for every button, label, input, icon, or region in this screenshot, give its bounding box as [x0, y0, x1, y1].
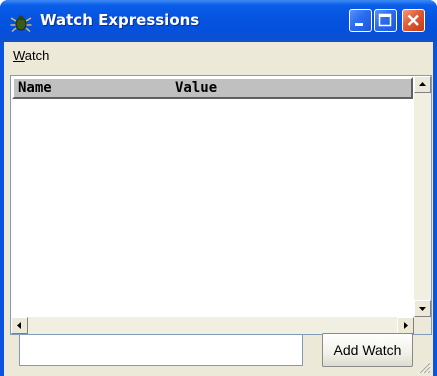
maximize-icon — [378, 13, 392, 27]
arrow-right-icon — [404, 322, 408, 329]
window-client-area: Watch Name Value Add Watch — [4, 42, 433, 376]
menu-bar: Watch — [4, 42, 433, 66]
column-header-value[interactable]: Value — [175, 80, 217, 96]
close-icon — [407, 14, 419, 26]
add-watch-button[interactable]: Add Watch — [322, 333, 413, 367]
scroll-up-button[interactable] — [414, 76, 431, 93]
close-button[interactable] — [402, 9, 425, 32]
menu-watch[interactable]: Watch — [13, 48, 49, 63]
watch-expression-input[interactable] — [19, 334, 303, 366]
arrow-left-icon — [17, 322, 21, 329]
scroll-left-button[interactable] — [11, 317, 28, 334]
window-title: Watch Expressions — [40, 11, 200, 29]
scroll-down-button[interactable] — [414, 300, 431, 317]
minimize-icon — [355, 23, 363, 26]
resize-grip-icon[interactable] — [417, 360, 431, 374]
maximize-button[interactable] — [374, 9, 397, 32]
menu-watch-label: atch — [24, 48, 50, 63]
bug-icon — [10, 15, 32, 32]
watch-list[interactable]: Name Value — [10, 75, 432, 335]
vertical-scrollbar[interactable] — [414, 76, 431, 317]
scrollbar-corner — [414, 317, 431, 334]
arrow-down-icon — [419, 307, 426, 311]
minimize-button[interactable] — [349, 9, 372, 32]
title-bar[interactable]: Watch Expressions — [0, 0, 437, 42]
horizontal-scrollbar[interactable] — [11, 317, 414, 334]
list-header: Name Value — [12, 77, 413, 99]
column-header-name[interactable]: Name — [18, 80, 52, 96]
arrow-up-icon — [419, 82, 426, 86]
watch-expressions-window: Watch Expressions Watch Name Value Add W… — [0, 0, 437, 376]
scroll-right-button[interactable] — [397, 317, 414, 334]
menu-watch-mnemonic: W — [13, 48, 25, 63]
